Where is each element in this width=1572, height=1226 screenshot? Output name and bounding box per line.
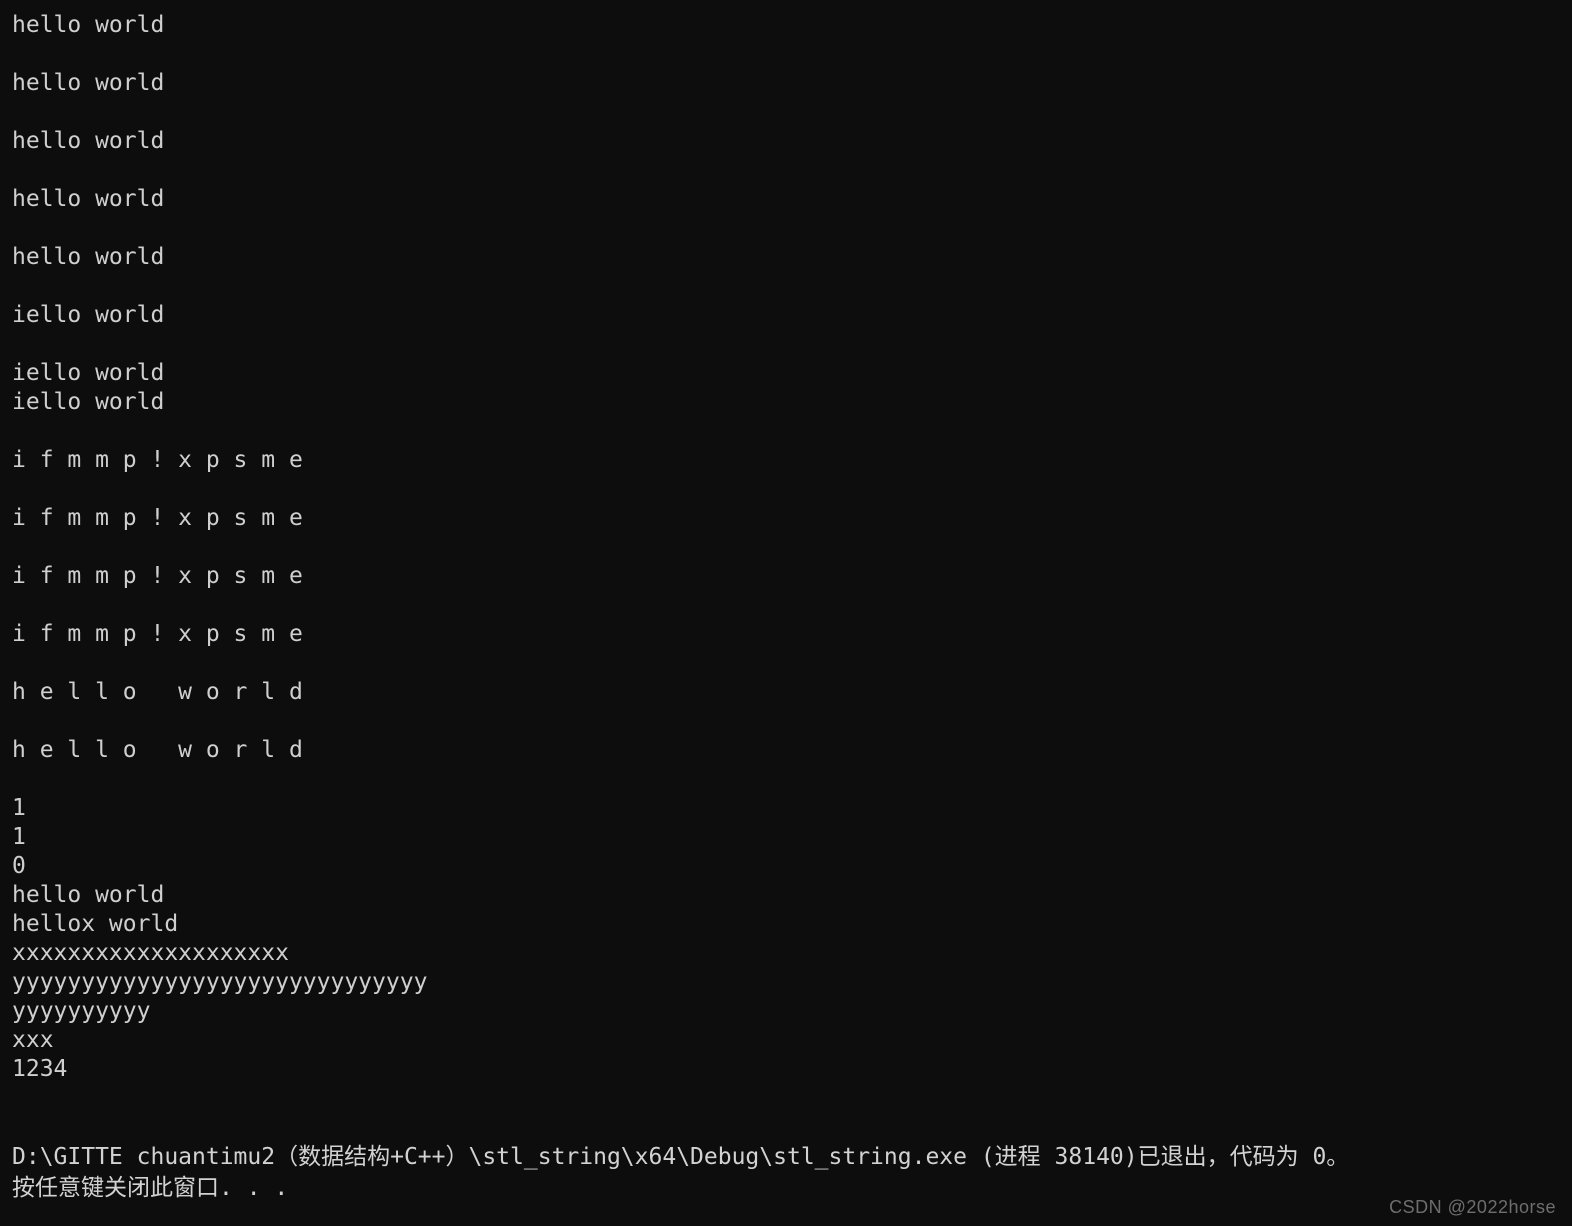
console-line: hello world bbox=[12, 882, 165, 908]
console-line: hello world bbox=[12, 128, 165, 154]
console-line: xxxxxxxxxxxxxxxxxxxx bbox=[12, 940, 289, 966]
exit-path-line: D:\GITTE chuantimu2（数据结构+C++）\stl_string… bbox=[12, 1144, 1350, 1170]
console-line: h e l l o w o r l d bbox=[12, 679, 303, 705]
console-line: hello world bbox=[12, 70, 165, 96]
console-line: i f m m p ! x p s m e bbox=[12, 505, 303, 531]
console-output-lines: hello world hello world hello world hell… bbox=[12, 11, 1572, 1142]
console-line: hello world bbox=[12, 186, 165, 212]
console-line: hello world bbox=[12, 244, 165, 270]
console-line: yyyyyyyyyy bbox=[12, 998, 151, 1024]
console-output-pane[interactable]: hello world hello world hello world hell… bbox=[0, 0, 1572, 1226]
console-line: iello world bbox=[12, 360, 165, 386]
console-line: 1234 bbox=[12, 1056, 68, 1082]
console-line: i f m m p ! x p s m e bbox=[12, 621, 303, 647]
console-line: 1 bbox=[12, 824, 26, 850]
console-line: h e l l o w o r l d bbox=[12, 737, 303, 763]
csdn-watermark: CSDN @2022horse bbox=[1389, 1197, 1556, 1217]
console-line: hellox world bbox=[12, 911, 179, 937]
console-line: i f m m p ! x p s m e bbox=[12, 563, 303, 589]
console-line: iello world bbox=[12, 302, 165, 328]
console-line: 0 bbox=[12, 853, 26, 879]
console-line: i f m m p ! x p s m e bbox=[12, 447, 303, 473]
exit-prompt-line: 按任意键关闭此窗口. . . bbox=[12, 1175, 289, 1201]
console-line: 1 bbox=[12, 795, 26, 821]
console-line: xxx bbox=[12, 1027, 54, 1053]
console-line: hello world bbox=[12, 12, 165, 38]
console-line: yyyyyyyyyyyyyyyyyyyyyyyyyyyyyy bbox=[12, 969, 428, 995]
console-line: iello world bbox=[12, 389, 165, 415]
